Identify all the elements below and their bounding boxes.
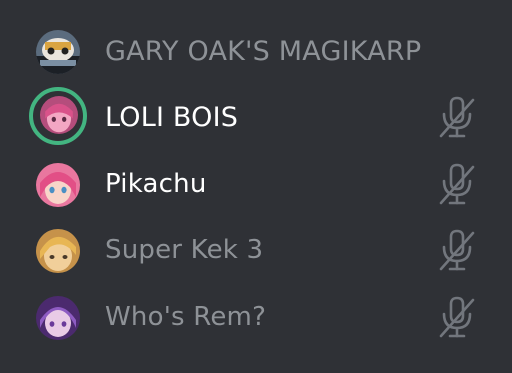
member-row-loli-bois[interactable]: LOLI BOIS	[0, 87, 512, 146]
mic-muted-icon[interactable]	[437, 296, 477, 340]
pink-anime-avatar	[36, 163, 80, 207]
mic-muted-icon[interactable]	[437, 96, 477, 140]
member-row-gary-oak[interactable]: GARY OAK'S MAGIKARP	[0, 24, 512, 80]
magikarp-avatar	[36, 30, 80, 74]
member-name: LOLI BOIS	[105, 102, 239, 133]
member-name: Who's Rem?	[105, 302, 267, 332]
mic-muted-icon[interactable]	[437, 163, 477, 207]
member-name: Super Kek 3	[105, 235, 264, 265]
mic-muted-icon[interactable]	[437, 229, 477, 273]
member-name: GARY OAK'S MAGIKARP	[105, 36, 422, 67]
blond-anime-avatar	[36, 229, 80, 273]
purple-anime-avatar	[36, 296, 80, 340]
member-row-super-kek-3[interactable]: Super Kek 3	[0, 223, 512, 279]
member-row-pikachu[interactable]: Pikachu	[0, 157, 512, 213]
member-name: Pikachu	[105, 169, 207, 199]
member-row-whos-rem[interactable]: Who's Rem?	[0, 290, 512, 346]
voice-channel-member-list: GARY OAK'S MAGIKARP LOLI BOIS Pikachu Su…	[0, 0, 512, 373]
pink-hair-avatar	[40, 96, 78, 134]
